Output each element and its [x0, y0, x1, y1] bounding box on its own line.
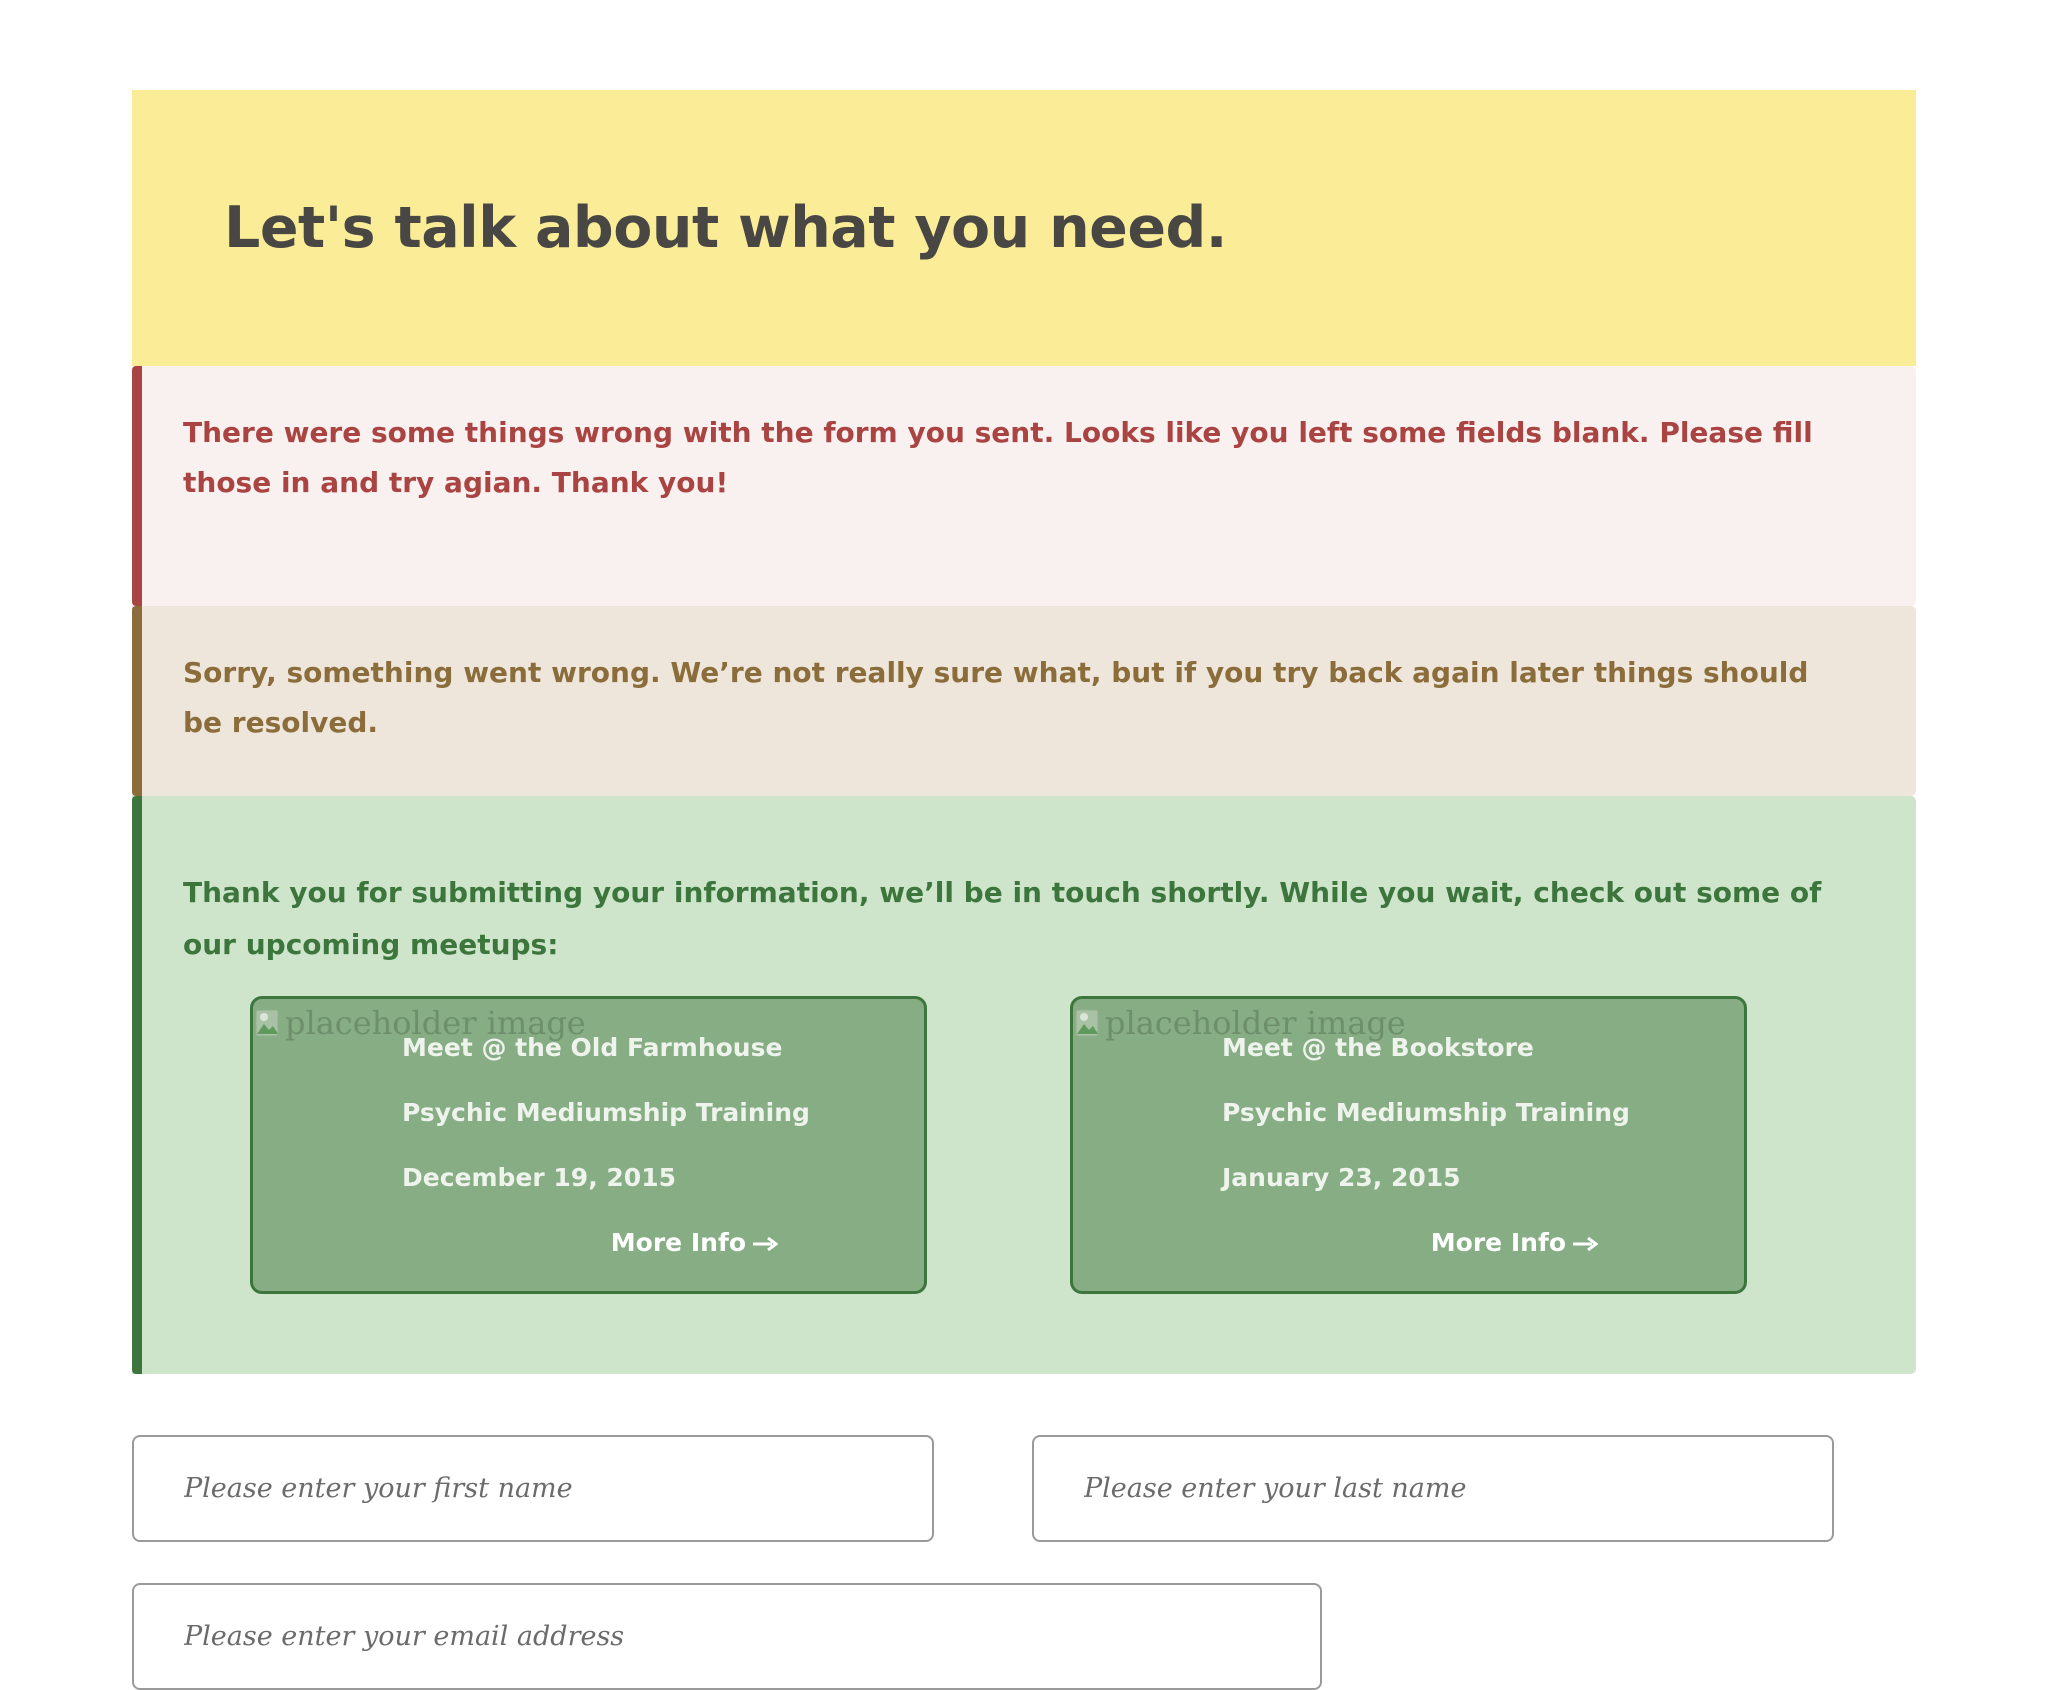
last-name-field[interactable]: [1032, 1435, 1834, 1542]
warning-alert: Sorry, something went wrong. We’re not r…: [132, 606, 1916, 796]
meetup-event: Psychic Mediumship Training: [1222, 1098, 1630, 1127]
meetup-card: placeholder image Meet @ the Old Farmhou…: [250, 996, 927, 1294]
page-container: Let's talk about what you need. There we…: [132, 90, 1916, 1374]
meetup-location: Meet @ the Bookstore: [1222, 1033, 1534, 1062]
more-info-link[interactable]: More Info: [1431, 1228, 1598, 1258]
page-title: Let's talk about what you need.: [224, 195, 1227, 261]
warning-message: Sorry, something went wrong. We’re not r…: [183, 656, 1809, 739]
more-info-label: More Info: [610, 1228, 746, 1257]
meetup-date: December 19, 2015: [402, 1163, 676, 1192]
meetup-location: Meet @ the Old Farmhouse: [402, 1033, 783, 1062]
arrow-right-icon: [753, 1237, 778, 1251]
email-field[interactable]: [132, 1583, 1322, 1690]
arrow-right-icon: [1573, 1237, 1598, 1251]
meetup-event: Psychic Mediumship Training: [402, 1098, 810, 1127]
error-message: There were some things wrong with the fo…: [183, 416, 1813, 499]
meetup-card: placeholder image Meet @ the Bookstore P…: [1070, 996, 1747, 1294]
more-info-label: More Info: [1430, 1228, 1566, 1257]
more-info-link[interactable]: More Info: [611, 1228, 778, 1258]
first-name-field[interactable]: [132, 1435, 934, 1542]
success-alert: Thank you for submitting your informatio…: [132, 796, 1916, 1374]
meetup-date: January 23, 2015: [1222, 1163, 1461, 1192]
broken-image-icon: [1075, 1009, 1099, 1037]
hero-banner: Let's talk about what you need.: [132, 90, 1916, 366]
success-message: Thank you for submitting your informatio…: [183, 876, 1822, 961]
broken-image-icon: [255, 1009, 279, 1037]
error-alert: There were some things wrong with the fo…: [132, 366, 1916, 606]
